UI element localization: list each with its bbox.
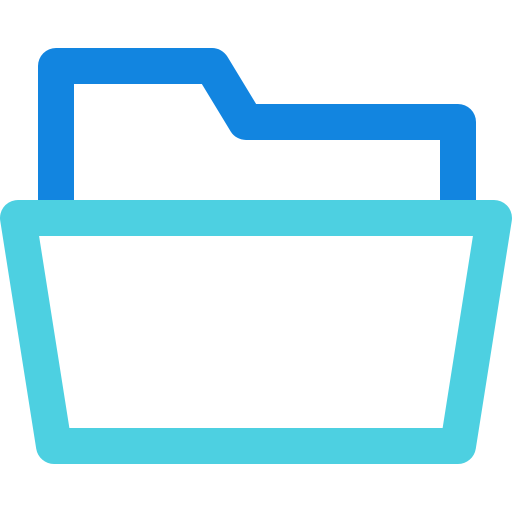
folder-back-panel [38, 48, 476, 234]
open-folder-icon [0, 0, 512, 512]
open-folder-graphic [0, 48, 512, 464]
folder-front-panel [0, 200, 512, 464]
